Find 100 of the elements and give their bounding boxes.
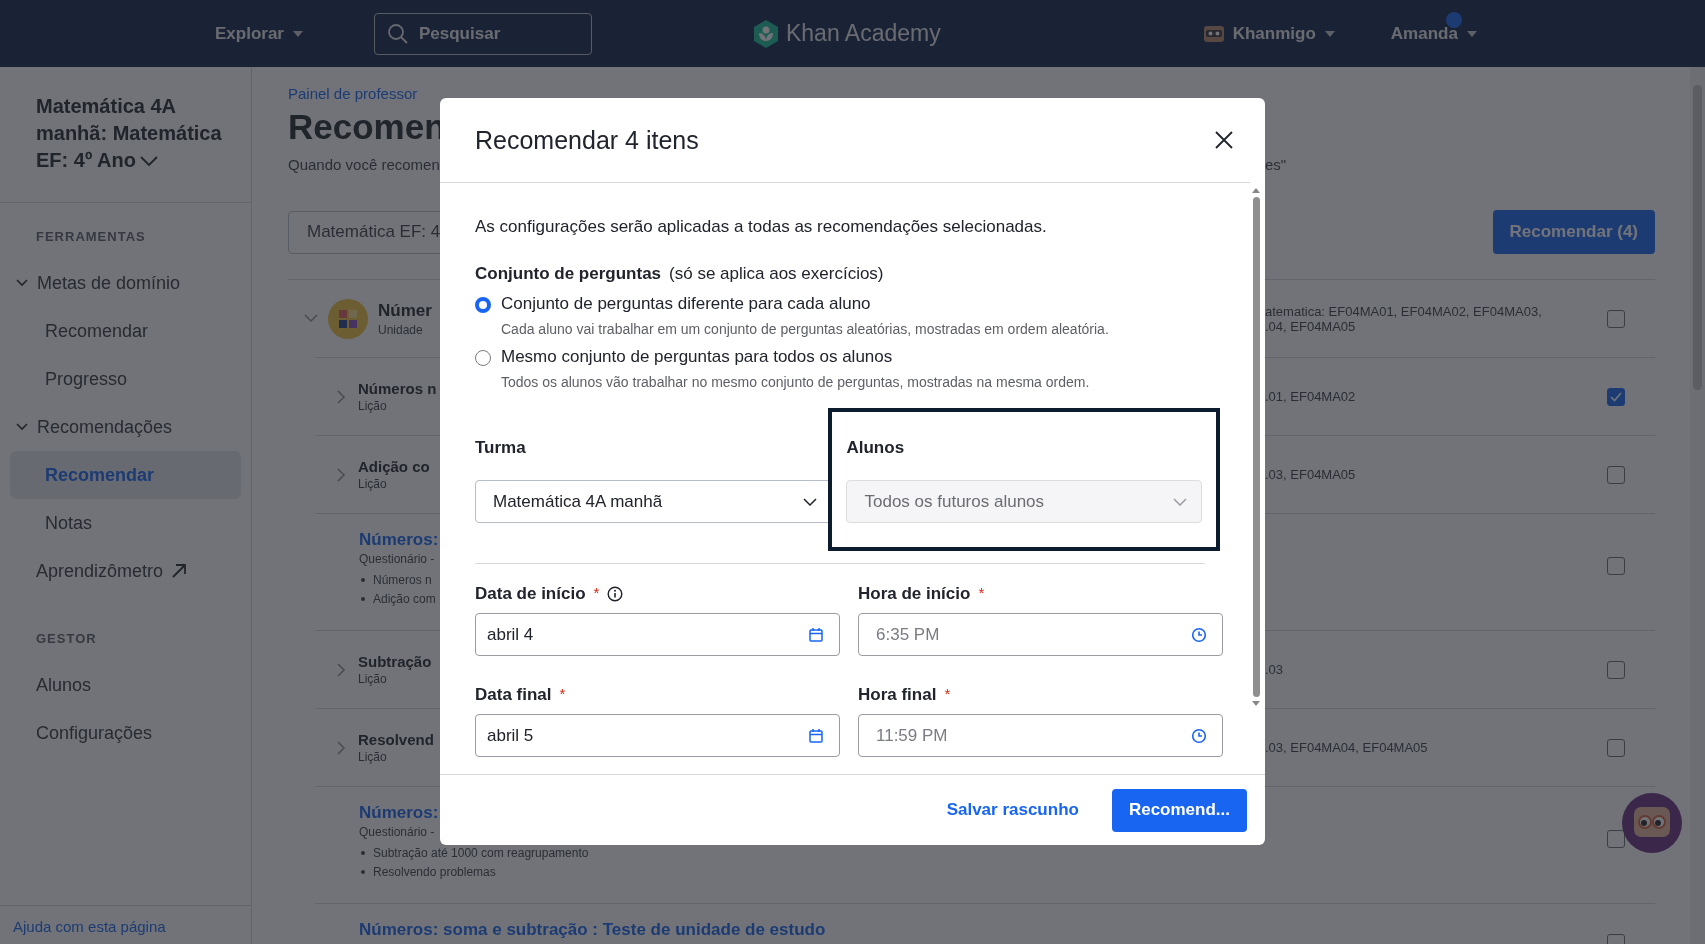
item-title: Subtração xyxy=(358,653,432,670)
chevron-down-icon xyxy=(16,279,28,287)
checkbox[interactable] xyxy=(1607,465,1625,484)
chevron-down-icon xyxy=(139,156,158,167)
chevron-down-icon xyxy=(803,497,818,506)
calendar-icon xyxy=(808,727,824,744)
field-label: Hora de início xyxy=(858,584,971,604)
quiz-link[interactable]: Números: soma e subtração : Teste de unidade de estudo xyxy=(359,920,826,940)
item-type: Lição xyxy=(358,477,388,491)
chevron-right-icon[interactable] xyxy=(337,389,346,404)
option-description: Cada aluno vai trabalhar em um conjunto de perguntas aleatórias, mostradas em ordem aleatória. xyxy=(501,321,1109,337)
chevron-down-icon[interactable] xyxy=(304,314,318,323)
date-field[interactable]: abril 4 xyxy=(475,613,840,656)
bullet-text: Subtração até 1000 com reagrupamento xyxy=(373,845,589,860)
section-heading: GESTOR xyxy=(35,631,98,646)
option-description: Todos os alunos vão trabalhar no mesmo conjunto de perguntas, mostradas na mesma ordem. xyxy=(501,374,1090,390)
nav-item[interactable]: Notas xyxy=(10,499,241,547)
field-value: abril 4 xyxy=(487,624,534,645)
item-title: Resolvend xyxy=(358,731,434,748)
search-icon xyxy=(387,22,409,45)
item-type: Lição xyxy=(358,672,388,686)
nav-item[interactable]: Recomendar xyxy=(10,307,241,355)
field-value: abril 5 xyxy=(487,725,534,746)
standards-text: .03, EF04MA05 xyxy=(1265,467,1357,482)
chevron-down-icon xyxy=(1173,497,1187,506)
logo-icon xyxy=(752,18,780,49)
item-type: Questionário - xyxy=(359,552,436,566)
recommend-button[interactable]: Recomendar (4) xyxy=(1492,210,1655,254)
help-link[interactable]: Ajuda com esta página xyxy=(13,918,166,935)
field-label: Data de início xyxy=(475,584,586,604)
bullet-icon xyxy=(361,577,365,582)
chevron-right-icon[interactable] xyxy=(337,740,346,755)
nav-item[interactable]: Progresso xyxy=(10,355,241,403)
bullet-text: Números n xyxy=(373,572,432,587)
robot-icon xyxy=(1202,23,1225,44)
recommend-button[interactable]: Recomend... xyxy=(1111,788,1247,832)
item-type: Questionário - xyxy=(359,825,436,839)
checkbox[interactable] xyxy=(1607,309,1625,328)
assistant-menu[interactable]: Khanmigo xyxy=(1202,23,1336,44)
field-label: Turma xyxy=(475,438,527,458)
item-type: Unidade xyxy=(378,322,424,337)
scroll-down-icon[interactable] xyxy=(1251,700,1261,707)
standards-text: .03 xyxy=(1265,662,1285,677)
chevron-right-icon[interactable] xyxy=(337,467,346,482)
search-placeholder: Pesquisar xyxy=(419,23,501,44)
bullet-text: Resolvendo problemas xyxy=(373,864,496,879)
field-label: Hora final xyxy=(858,685,937,705)
section-heading: FERRAMENTAS xyxy=(35,229,147,244)
item-type: Lição xyxy=(358,750,388,764)
required-mark: * xyxy=(978,584,985,601)
time-field[interactable]: 6:35 PM xyxy=(858,613,1223,656)
nav-group[interactable]: Recomendações xyxy=(10,403,241,451)
info-icon[interactable] xyxy=(607,586,624,602)
checkbox[interactable] xyxy=(1607,557,1625,575)
page-description: Quando você recomen xyxy=(288,156,440,173)
item-title: Números n xyxy=(358,380,437,397)
checkbox[interactable] xyxy=(1607,387,1625,406)
class-selector[interactable]: Matemática 4A manhã: Matemática EF: 4º Ano xyxy=(0,67,251,203)
option-label: Mesmo conjunto de perguntas para todos os alunos xyxy=(501,347,894,367)
checkbox[interactable] xyxy=(1607,738,1625,757)
chevron-right-icon[interactable] xyxy=(337,662,346,677)
logo-text: Khan Academy xyxy=(786,20,941,47)
item-title: Adição co xyxy=(358,458,430,475)
field-label: Data final xyxy=(475,685,552,705)
nav-item[interactable]: Alunos xyxy=(10,661,241,709)
required-mark: * xyxy=(593,584,600,601)
breadcrumb-link[interactable]: Painel de professor xyxy=(288,85,1655,102)
nav-item[interactable]: Configurações xyxy=(10,709,241,757)
item-title: Númer xyxy=(378,300,432,321)
explore-menu[interactable]: Explorar xyxy=(215,23,304,44)
nav-group[interactable]: Metas de domínio xyxy=(10,259,241,307)
checkbox[interactable] xyxy=(1607,660,1625,679)
bullet-icon xyxy=(361,869,365,874)
bullet-icon xyxy=(361,850,365,855)
search-field[interactable]: Pesquisar xyxy=(374,12,592,55)
user-menu[interactable]: Amanda xyxy=(1390,23,1478,44)
field-placeholder: 6:35 PM xyxy=(875,624,940,645)
bullet-icon xyxy=(361,596,365,601)
page-description: es" xyxy=(1265,156,1288,173)
chevron-down-icon xyxy=(16,423,28,431)
date-field[interactable]: abril 5 xyxy=(475,714,840,757)
nav-item[interactable]: Aprendizômetro xyxy=(10,547,241,595)
item-type: Lição xyxy=(358,399,388,413)
scrollbar[interactable] xyxy=(1690,67,1705,944)
field-note: (só se aplica aos exercícios) xyxy=(669,264,884,284)
nav-item[interactable]: Recomendar xyxy=(10,451,241,499)
standards-text: .03, EF04MA04, EF04MA05 xyxy=(1265,740,1429,755)
quiz-link[interactable]: Números: xyxy=(359,530,439,550)
standards-text: atematica: EF04MA01, EF04MA02, EF04MA03, xyxy=(1265,303,1543,319)
scroll-up-icon[interactable] xyxy=(1251,187,1261,194)
radio-button[interactable] xyxy=(475,297,491,313)
standards-text: .01, EF04MA02 xyxy=(1265,389,1357,404)
unit-icon xyxy=(328,298,368,339)
clock-icon xyxy=(1191,727,1207,744)
modal-title: Recomendar 4 itens xyxy=(475,125,699,155)
save-draft-link[interactable]: Salvar rascunho xyxy=(946,800,1079,820)
time-field[interactable]: 11:59 PM xyxy=(858,714,1223,757)
assistant-button[interactable] xyxy=(1622,793,1682,853)
option-label: Conjunto de perguntas diferente para cada aluno xyxy=(501,294,872,314)
clock-icon xyxy=(1191,626,1207,643)
